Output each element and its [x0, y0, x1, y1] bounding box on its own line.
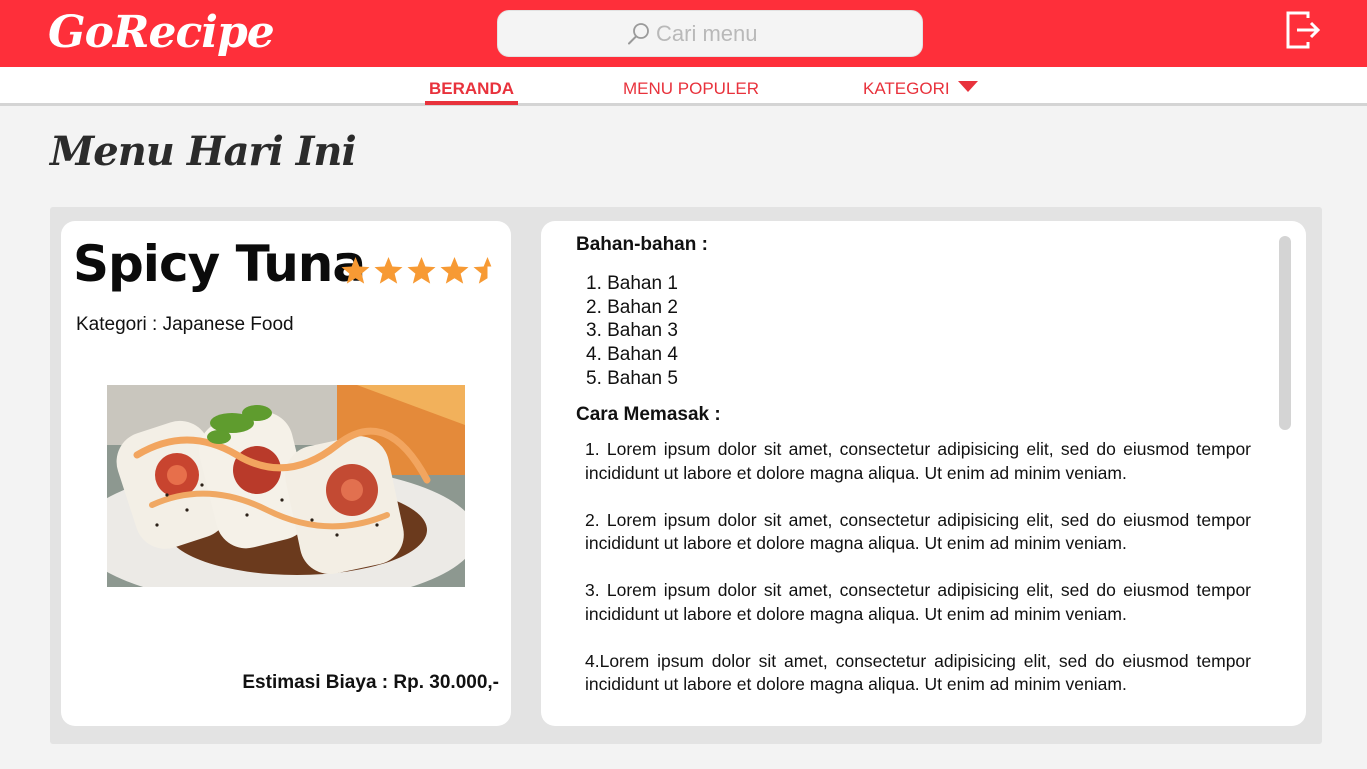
- steps-heading: Cara Memasak :: [576, 404, 721, 425]
- recipe-name: Spicy Tuna: [73, 235, 366, 293]
- star-icon: [407, 257, 436, 284]
- step-item: 2. Lorem ipsum dolor sit amet, consectet…: [585, 509, 1251, 554]
- ingredient-item: 1. Bahan 1: [586, 273, 678, 294]
- half-star-icon: [473, 257, 492, 284]
- nav-bar: BERANDA MENU POPULER KATEGORI: [0, 67, 1367, 106]
- nav-menu-populer[interactable]: MENU POPULER: [623, 79, 759, 99]
- estimated-cost: Estimasi Biaya : Rp. 30.000,-: [242, 672, 499, 693]
- step-item: 3. Lorem ipsum dolor sit amet, consectet…: [585, 580, 1251, 624]
- scrollbar-thumb[interactable]: [1279, 236, 1291, 430]
- recipe-detail-card: Bahan-bahan : 1. Bahan 1 2. Bahan 2 3. B…: [541, 221, 1306, 726]
- ingredient-item: 4. Bahan 4: [586, 344, 678, 366]
- nav-beranda[interactable]: BERANDA: [429, 79, 514, 99]
- ingredients-list: 1. Bahan 1 2. Bahan 2 3. Bahan 3 4. Baha…: [586, 272, 678, 391]
- step-item: 1. Lorem ipsum dolor sit amet, consectet…: [585, 439, 1251, 483]
- ingredient-item: 5. Bahan 5: [586, 367, 678, 389]
- food-photo: [107, 385, 465, 587]
- recipe-summary-card: Spicy Tuna Kategori : Japanese Food Esti…: [61, 221, 511, 726]
- recipe-category: Kategori : Japanese Food: [76, 314, 294, 335]
- ingredients-heading: Bahan-bahan :: [576, 234, 708, 255]
- top-bar: GoRecipe: [0, 0, 1367, 67]
- star-icon: [440, 257, 469, 284]
- search-icon: [628, 23, 649, 45]
- logout-icon[interactable]: [1284, 10, 1322, 50]
- ingredient-item: 3. Bahan 3: [586, 320, 678, 342]
- step-item: 4.Lorem ipsum dolor sit amet, consectetu…: [585, 650, 1251, 695]
- steps-list: 1. Lorem ipsum dolor sit amet, consectet…: [585, 438, 1251, 720]
- chevron-down-icon[interactable]: [958, 81, 978, 92]
- app-logo[interactable]: GoRecipe: [48, 4, 275, 62]
- page-title: Menu Hari Ini: [50, 128, 357, 175]
- active-tab-indicator: [425, 101, 518, 105]
- star-rating: [339, 255, 504, 289]
- search-input[interactable]: [656, 18, 906, 50]
- ingredient-item: 2. Bahan 2: [586, 296, 678, 318]
- star-icon: [341, 257, 370, 284]
- nav-kategori[interactable]: KATEGORI: [863, 79, 950, 99]
- search-box[interactable]: [497, 10, 923, 57]
- star-icon: [374, 257, 403, 284]
